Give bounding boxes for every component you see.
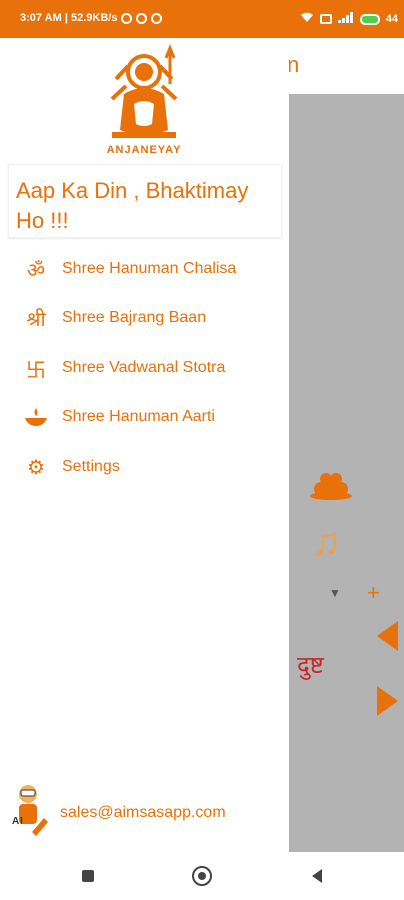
plus-icon[interactable]: + [367,580,380,606]
chevron-down-icon[interactable]: ▼ [329,586,341,600]
signal-icon [337,12,354,26]
om-icon: ॐ [26,259,46,282]
recent-apps-button[interactable] [82,870,94,882]
next-arrow-icon[interactable] [377,686,398,716]
menu-item-label: Settings [62,458,120,475]
previous-arrow-icon[interactable] [377,621,398,651]
menu-item-hanuman-chalisa[interactable]: ॐ Shree Hanuman Chalisa [0,247,289,291]
notification-icon-2 [151,12,163,24]
laddu-icon[interactable] [309,470,353,505]
status-bar: 3:07 AM | 52.9KB/s 44 [0,0,404,38]
drawer-footer[interactable]: A I sales@aimsasapp.com [0,778,289,838]
aims-avatar-icon: A I [8,778,50,838]
shree-icon: श्री [26,308,46,331]
music-icon[interactable]: ♫ [311,520,341,565]
notification-icon [136,12,148,24]
status-left: 3:07 AM | 52.9KB/s [20,12,163,24]
status-right: 44 [300,12,398,26]
diya-icon [24,405,48,429]
gear-icon: ⚙ [27,456,45,479]
navigation-drawer: ANJANEYAY Aap Ka Din , Bhaktimay Ho !!! … [0,38,289,852]
swastik-icon: 卐 [26,359,46,382]
menu-item-vadwanal-stotra[interactable]: 卐 Shree Vadwanal Stotra [0,346,289,390]
svg-text:A: A [12,816,19,827]
battery-level: 44 [385,13,398,25]
home-button[interactable] [192,866,212,886]
menu-item-label: Shree Hanuman Aarti [62,408,215,425]
svg-text:I: I [20,816,23,827]
hanuman-logo: ANJANEYAY [94,43,194,156]
back-button[interactable] [312,869,322,883]
settings-status-icon [121,12,133,24]
menu-item-settings[interactable]: ⚙ Settings [0,445,289,489]
menu-item-label: Shree Bajrang Baan [62,309,207,326]
sim-icon [319,14,332,24]
background-app-bar: n [287,38,404,94]
verse-text: दुष्ट [297,651,324,679]
logo-text: ANJANEYAY [106,144,182,156]
status-time: 3:07 AM | 52.9KB/s [20,12,118,24]
menu-item-label: Shree Hanuman Chalisa [62,260,237,277]
wifi-icon [300,12,314,26]
menu-item-bajrang-baan[interactable]: श्री Shree Bajrang Baan [0,296,289,340]
system-nav-bar [0,852,404,900]
battery-icon [359,13,380,25]
background-app[interactable]: n ♫ ▼ + दुष्ट [287,38,404,852]
menu-item-hanuman-aarti[interactable]: Shree Hanuman Aarti [0,395,289,439]
menu-item-label: Shree Vadwanal Stotra [62,359,226,376]
contact-email-link[interactable]: sales@aimsasapp.com [60,804,226,822]
home-dot-icon [198,872,206,880]
greeting-text: Aap Ka Din , Bhaktimay Ho !!! [16,178,249,233]
